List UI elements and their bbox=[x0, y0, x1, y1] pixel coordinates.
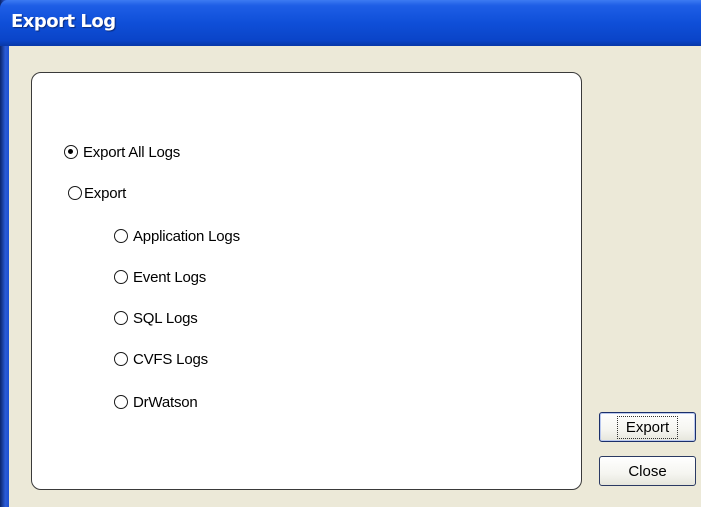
radio-circle[interactable] bbox=[64, 145, 78, 159]
radio-label: Application Logs bbox=[133, 227, 240, 245]
close-button-label: Close bbox=[628, 462, 667, 480]
export-log-dialog: Export Log Export All Logs Export Applic… bbox=[0, 0, 701, 507]
radio-event-logs[interactable]: Event Logs bbox=[114, 266, 206, 288]
radio-label: Event Logs bbox=[133, 268, 207, 286]
radio-cvfs-logs[interactable]: CVFS Logs bbox=[114, 348, 208, 370]
radio-export[interactable]: Export bbox=[68, 182, 126, 204]
radio-circle[interactable] bbox=[114, 311, 128, 325]
export-button-label: Export bbox=[616, 415, 679, 439]
radio-label: Export bbox=[84, 184, 127, 202]
radio-label: DrWatson bbox=[133, 393, 198, 411]
radio-drwatson[interactable]: DrWatson bbox=[114, 391, 198, 413]
radio-circle[interactable] bbox=[114, 395, 128, 409]
radio-label: CVFS Logs bbox=[133, 350, 208, 368]
title-bar[interactable]: Export Log bbox=[0, 0, 701, 46]
window-left-border bbox=[0, 0, 9, 507]
radio-sql-logs[interactable]: SQL Logs bbox=[114, 307, 198, 329]
radio-circle[interactable] bbox=[114, 229, 128, 243]
radio-application-logs[interactable]: Application Logs bbox=[114, 225, 240, 247]
radio-circle[interactable] bbox=[68, 186, 82, 200]
window-title: Export Log bbox=[11, 11, 116, 32]
export-button[interactable]: Export bbox=[599, 412, 696, 442]
export-options-panel: Export All Logs Export Application Logs … bbox=[31, 72, 582, 490]
close-button[interactable]: Close bbox=[599, 456, 696, 486]
radio-export-all-logs[interactable]: Export All Logs bbox=[64, 141, 180, 163]
radio-label: SQL Logs bbox=[133, 309, 198, 327]
radio-label: Export All Logs bbox=[83, 143, 181, 161]
radio-circle[interactable] bbox=[114, 352, 128, 366]
radio-circle[interactable] bbox=[114, 270, 128, 284]
